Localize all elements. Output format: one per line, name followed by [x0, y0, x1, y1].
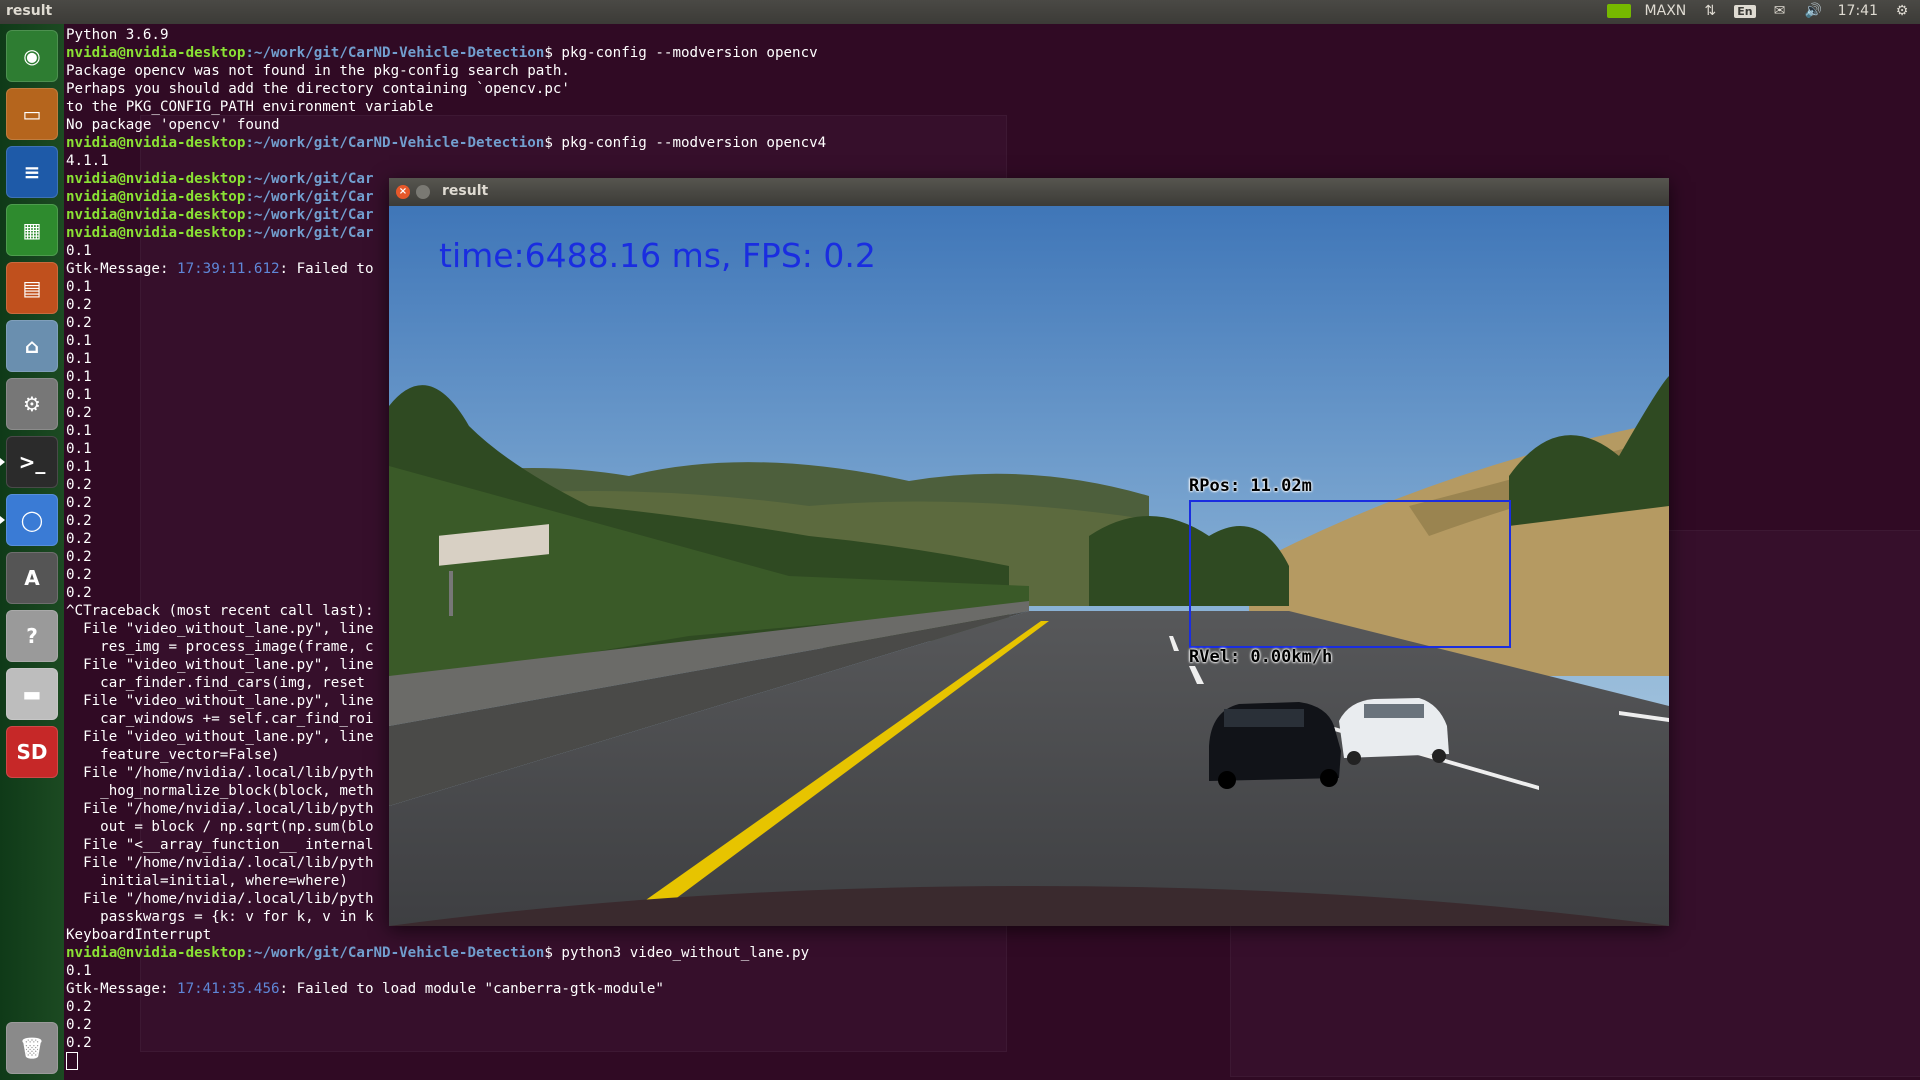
input-lang-label: En: [1734, 4, 1756, 18]
timestamp: 17:41:35.456: [177, 981, 280, 997]
timing-overlay: time:6488.16 ms, FPS: 0.2: [439, 236, 876, 275]
terminal-line: KeyboardInterrupt: [66, 927, 212, 943]
prompt-path: :~/work/git/CarND-Vehicle-Detection: [245, 945, 545, 961]
launcher-impress-icon[interactable]: ▤: [6, 262, 58, 314]
prompt-user: nvidia@nvidia-desktop: [66, 135, 246, 151]
clock[interactable]: 17:41: [1838, 3, 1878, 19]
prompt-user: nvidia@nvidia-desktop: [66, 225, 246, 241]
launcher-trash-icon[interactable]: 🗑: [6, 1022, 58, 1074]
prompt-user: nvidia@nvidia-desktop: [66, 171, 246, 187]
terminal-line: [66, 1052, 1920, 1070]
terminal-line: nvidia@nvidia-desktop:~/work/git/CarND-V…: [66, 135, 827, 151]
terminal-cursor: [66, 1052, 78, 1070]
terminal-line: 0.2: [66, 999, 92, 1015]
terminal-line: Python 3.6.9: [66, 27, 169, 43]
keyboard-icon[interactable]: En: [1734, 2, 1756, 20]
launcher-terminal-icon[interactable]: >_: [0, 436, 58, 488]
mail-icon[interactable]: ✉: [1770, 2, 1790, 20]
detection-box: [1189, 500, 1511, 648]
terminal-line: to the PKG_CONFIG_PATH environment varia…: [66, 99, 434, 115]
launcher-settings-icon[interactable]: ⚙: [6, 378, 58, 430]
launcher-calc-icon[interactable]: ▦: [6, 204, 58, 256]
volume-icon[interactable]: 🔊: [1804, 2, 1824, 20]
terminal-line: 4.1.1: [66, 153, 109, 169]
launcher-chromium-icon[interactable]: ◯: [0, 494, 58, 546]
launcher: ◉ ▭ ≡ ▦ ▤ ⌂ ⚙ >_ ◯ A? ▬ SD 🗑: [0, 24, 64, 1080]
launcher-files-icon[interactable]: ▭: [6, 88, 58, 140]
prompt-path: :~/work/git/Car: [245, 225, 374, 241]
launcher-drive-icon[interactable]: ▬: [6, 668, 58, 720]
launcher-updater-icon[interactable]: A: [6, 552, 58, 604]
terminal-line: Package opencv was not found in the pkg-…: [66, 63, 570, 79]
launcher-software-icon[interactable]: ⌂: [6, 320, 58, 372]
terminal-line: No package 'opencv' found: [66, 117, 280, 133]
car-white: [1339, 698, 1449, 765]
prompt-user: nvidia@nvidia-desktop: [66, 45, 246, 61]
terminal-line: nvidia@nvidia-desktop:~/work/git/CarND-V…: [66, 945, 810, 961]
minimize-button[interactable]: [416, 185, 430, 199]
result-window[interactable]: × result time:6488.16 ms, FPS: 0.2 RPos:…: [389, 178, 1669, 926]
network-icon[interactable]: ⇅: [1700, 2, 1720, 20]
timestamp: 17:39:11.612: [177, 261, 280, 277]
window-title: result: [442, 183, 489, 199]
launcher-help-icon[interactable]: ?: [6, 610, 58, 662]
prompt-user: nvidia@nvidia-desktop: [66, 945, 246, 961]
car-dark: [1209, 702, 1341, 789]
terminal-line: 0.2: [66, 1035, 92, 1051]
prompt-user: nvidia@nvidia-desktop: [66, 207, 246, 223]
terminal-line: Gtk-Message: 17:41:35.456: Failed to loa…: [66, 981, 664, 997]
launcher-writer-icon[interactable]: ≡: [6, 146, 58, 198]
rvel-label: RVel: 0.00km/h: [1189, 647, 1333, 667]
top-panel: result MAXN ⇅ En ✉ 🔊 17:41 ⚙: [0, 0, 1920, 24]
terminal-line: 0.2: [66, 1017, 92, 1033]
prompt-path: :~/work/git/CarND-Vehicle-Detection: [245, 45, 545, 61]
indicator-area: MAXN ⇅ En ✉ 🔊 17:41 ⚙: [1606, 2, 1912, 20]
gear-icon[interactable]: ⚙: [1892, 2, 1912, 20]
nvidia-mode-label[interactable]: MAXN: [1645, 3, 1687, 19]
launcher-sdcard-icon[interactable]: SD: [6, 726, 58, 778]
prompt-path: :~/work/git/Car: [245, 207, 374, 223]
close-button[interactable]: ×: [396, 185, 410, 199]
active-app-title: result: [6, 3, 53, 19]
terminal-line: 0.1: [66, 963, 92, 979]
nvidia-icon[interactable]: [1606, 2, 1631, 20]
prompt-path: :~/work/git/Car: [245, 189, 374, 205]
terminal-line: Perhaps you should add the directory con…: [66, 81, 570, 97]
prompt-user: nvidia@nvidia-desktop: [66, 189, 246, 205]
rpos-label: RPos: 11.02m: [1189, 476, 1312, 496]
window-titlebar[interactable]: × result: [389, 178, 1669, 206]
launcher-ubuntu-icon[interactable]: ◉: [6, 30, 58, 82]
prompt-path: :~/work/git/Car: [245, 171, 374, 187]
video-frame: time:6488.16 ms, FPS: 0.2 RPos: 11.02m R…: [389, 206, 1669, 926]
terminal-line: nvidia@nvidia-desktop:~/work/git/CarND-V…: [66, 45, 818, 61]
prompt-path: :~/work/git/CarND-Vehicle-Detection: [245, 135, 545, 151]
